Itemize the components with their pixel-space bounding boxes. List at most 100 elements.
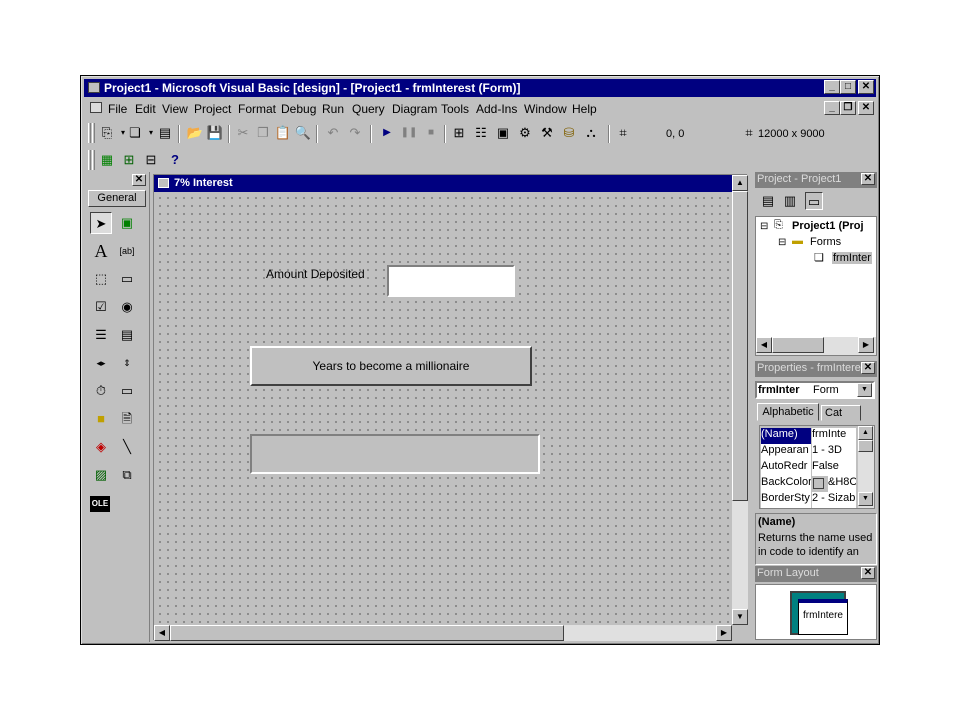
properties-panel-close-button[interactable]: ✕ — [861, 362, 875, 374]
form-doc-icon[interactable] — [90, 102, 102, 113]
tab-categorized[interactable]: Cat — [821, 405, 861, 421]
scroll-up-icon[interactable]: ▲ — [732, 175, 748, 191]
scroll-left-icon[interactable]: ◀ — [154, 625, 170, 641]
mdi-close-button[interactable]: ✕ — [858, 101, 874, 115]
property-value[interactable]: &H8C — [828, 476, 856, 492]
tree-collapse-icon[interactable]: ⊟ — [760, 221, 768, 232]
menu-query[interactable]: Query — [352, 102, 385, 116]
amount-deposited-label[interactable]: Amount Deposited — [266, 267, 365, 281]
tree-scroll-thumb[interactable] — [772, 337, 824, 353]
chevron-down-icon[interactable]: ▼ — [857, 383, 872, 397]
toolbox-general-tab[interactable]: General — [88, 190, 146, 207]
property-scroll-thumb[interactable] — [858, 440, 873, 452]
tree-horizontal-scrollbar[interactable]: ◀ ▶ — [756, 337, 876, 355]
save-icon[interactable]: 💾 — [206, 124, 224, 142]
ole-icon[interactable]: OLE — [90, 496, 110, 512]
copy-icon[interactable]: ❐ — [254, 124, 272, 142]
open-project-icon[interactable]: 📂 — [186, 124, 204, 142]
vertical-scroll-thumb[interactable] — [732, 191, 748, 501]
end-icon[interactable]: ■ — [422, 124, 440, 142]
paste-icon[interactable]: 📋 — [274, 124, 292, 142]
drivelistbox-icon[interactable]: ▭ — [116, 380, 138, 402]
title-bar[interactable]: Project1 - Microsoft Visual Basic [desig… — [84, 79, 876, 97]
view-object-icon[interactable]: ▥ — [781, 192, 799, 210]
combobox-icon[interactable]: ☰ — [90, 324, 112, 346]
menu-window[interactable]: Window — [524, 102, 567, 116]
menu-file[interactable]: File — [108, 102, 127, 116]
size-to-grid-icon[interactable]: ⊟ — [142, 151, 160, 169]
data-icon[interactable]: ⧉ — [116, 464, 138, 486]
line-icon[interactable]: ╲ — [116, 436, 138, 458]
image-icon[interactable]: ▨ — [90, 464, 112, 486]
grid-align-icon[interactable]: ▦ — [98, 151, 116, 169]
scroll-down-icon[interactable]: ▼ — [858, 492, 873, 506]
toolbar-grip[interactable] — [88, 123, 91, 143]
center-icon[interactable]: ⊞ — [120, 151, 138, 169]
property-value[interactable]: False — [812, 460, 856, 476]
help-icon[interactable]: ? — [166, 151, 184, 169]
toolbox-icon[interactable]: ⚒ — [538, 124, 556, 142]
property-name[interactable]: Appearan — [761, 444, 811, 460]
menu-tools[interactable]: Tools — [441, 102, 469, 116]
tree-form-item[interactable]: frmInter — [832, 252, 872, 264]
tab-alphabetic[interactable]: Alphabetic — [757, 403, 819, 421]
amount-textbox[interactable] — [387, 265, 515, 297]
property-name[interactable]: BorderSty — [761, 492, 811, 508]
form-title-bar[interactable]: 7% Interest — [154, 175, 732, 192]
data-view-icon[interactable]: ⛁ — [560, 124, 578, 142]
years-millionaire-button[interactable]: Years to become a millionaire — [250, 346, 532, 386]
mdi-restore-button[interactable]: ❐ — [840, 101, 856, 115]
toolbar-grip[interactable] — [88, 150, 91, 170]
tree-collapse-icon[interactable]: ⊟ — [778, 237, 786, 248]
property-value[interactable]: 1 - 3D — [812, 444, 856, 460]
scroll-right-icon[interactable]: ▶ — [858, 337, 874, 353]
properties-panel-title[interactable]: Properties - frmInterest — [755, 361, 877, 377]
property-name[interactable]: (Name) — [761, 428, 811, 444]
toggle-folders-icon[interactable]: ▭ — [805, 192, 823, 210]
menu-add-ins[interactable]: Add-Ins — [476, 102, 517, 116]
menu-diagram[interactable]: Diagram — [392, 102, 437, 116]
vb-app-icon[interactable] — [88, 82, 100, 93]
close-button[interactable]: ✕ — [858, 80, 874, 94]
menu-run[interactable]: Run — [322, 102, 344, 116]
start-icon[interactable]: ▶ — [378, 124, 396, 142]
scroll-up-icon[interactable]: ▲ — [858, 426, 873, 440]
filelistbox-icon[interactable]: 🗎 — [116, 408, 138, 430]
properties-window-icon[interactable]: ☷ — [472, 124, 490, 142]
mdi-minimize-button[interactable]: _ — [824, 101, 840, 115]
break-icon[interactable]: ❚❚ — [400, 124, 418, 142]
redo-icon[interactable]: ↷ — [346, 124, 364, 142]
menu-view[interactable]: View — [162, 102, 188, 116]
object-selector[interactable]: frmInter Form ▼ — [755, 381, 875, 399]
scroll-down-icon[interactable]: ▼ — [732, 609, 748, 625]
view-code-icon[interactable]: ▤ — [759, 192, 777, 210]
project-panel-title[interactable]: Project - Project1 — [755, 172, 877, 188]
menu-help[interactable]: Help — [572, 102, 597, 116]
dirlistbox-icon[interactable]: ■ — [90, 408, 112, 430]
project-panel-close-button[interactable]: ✕ — [861, 173, 875, 185]
timer-icon[interactable]: ⏱ — [90, 380, 112, 402]
menu-format[interactable]: Format — [238, 102, 276, 116]
minimize-button[interactable]: _ — [824, 80, 840, 94]
menu-debug[interactable]: Debug — [281, 102, 316, 116]
menu-project[interactable]: Project — [194, 102, 231, 116]
toolbox-close-button[interactable]: ✕ — [132, 174, 146, 186]
checkbox-icon[interactable]: ☑ — [90, 296, 112, 318]
designer-horizontal-scrollbar[interactable]: ◀ ▶ — [154, 625, 732, 641]
optionbutton-icon[interactable]: ◉ — [116, 296, 138, 318]
toolbar-grip[interactable] — [92, 150, 95, 170]
commandbutton-icon[interactable]: ▭ — [116, 268, 138, 290]
pointer-icon[interactable]: ➤ — [90, 212, 112, 234]
find-icon[interactable]: 🔍 — [294, 124, 312, 142]
property-value[interactable]: 2 - Sizab — [812, 492, 856, 508]
property-value[interactable]: frmInte — [812, 428, 856, 444]
form-layout-close-button[interactable]: ✕ — [861, 567, 875, 579]
shape-icon[interactable]: ◈ — [90, 436, 112, 458]
result-label[interactable] — [250, 434, 540, 474]
property-name[interactable]: AutoRedr — [761, 460, 811, 476]
cut-icon[interactable]: ✂ — [234, 124, 252, 142]
frame-icon[interactable]: ⬚ — [90, 268, 112, 290]
horizontal-scroll-thumb[interactable] — [170, 625, 564, 641]
scroll-right-icon[interactable]: ▶ — [716, 625, 732, 641]
picturebox-icon[interactable]: ▣ — [116, 212, 138, 234]
